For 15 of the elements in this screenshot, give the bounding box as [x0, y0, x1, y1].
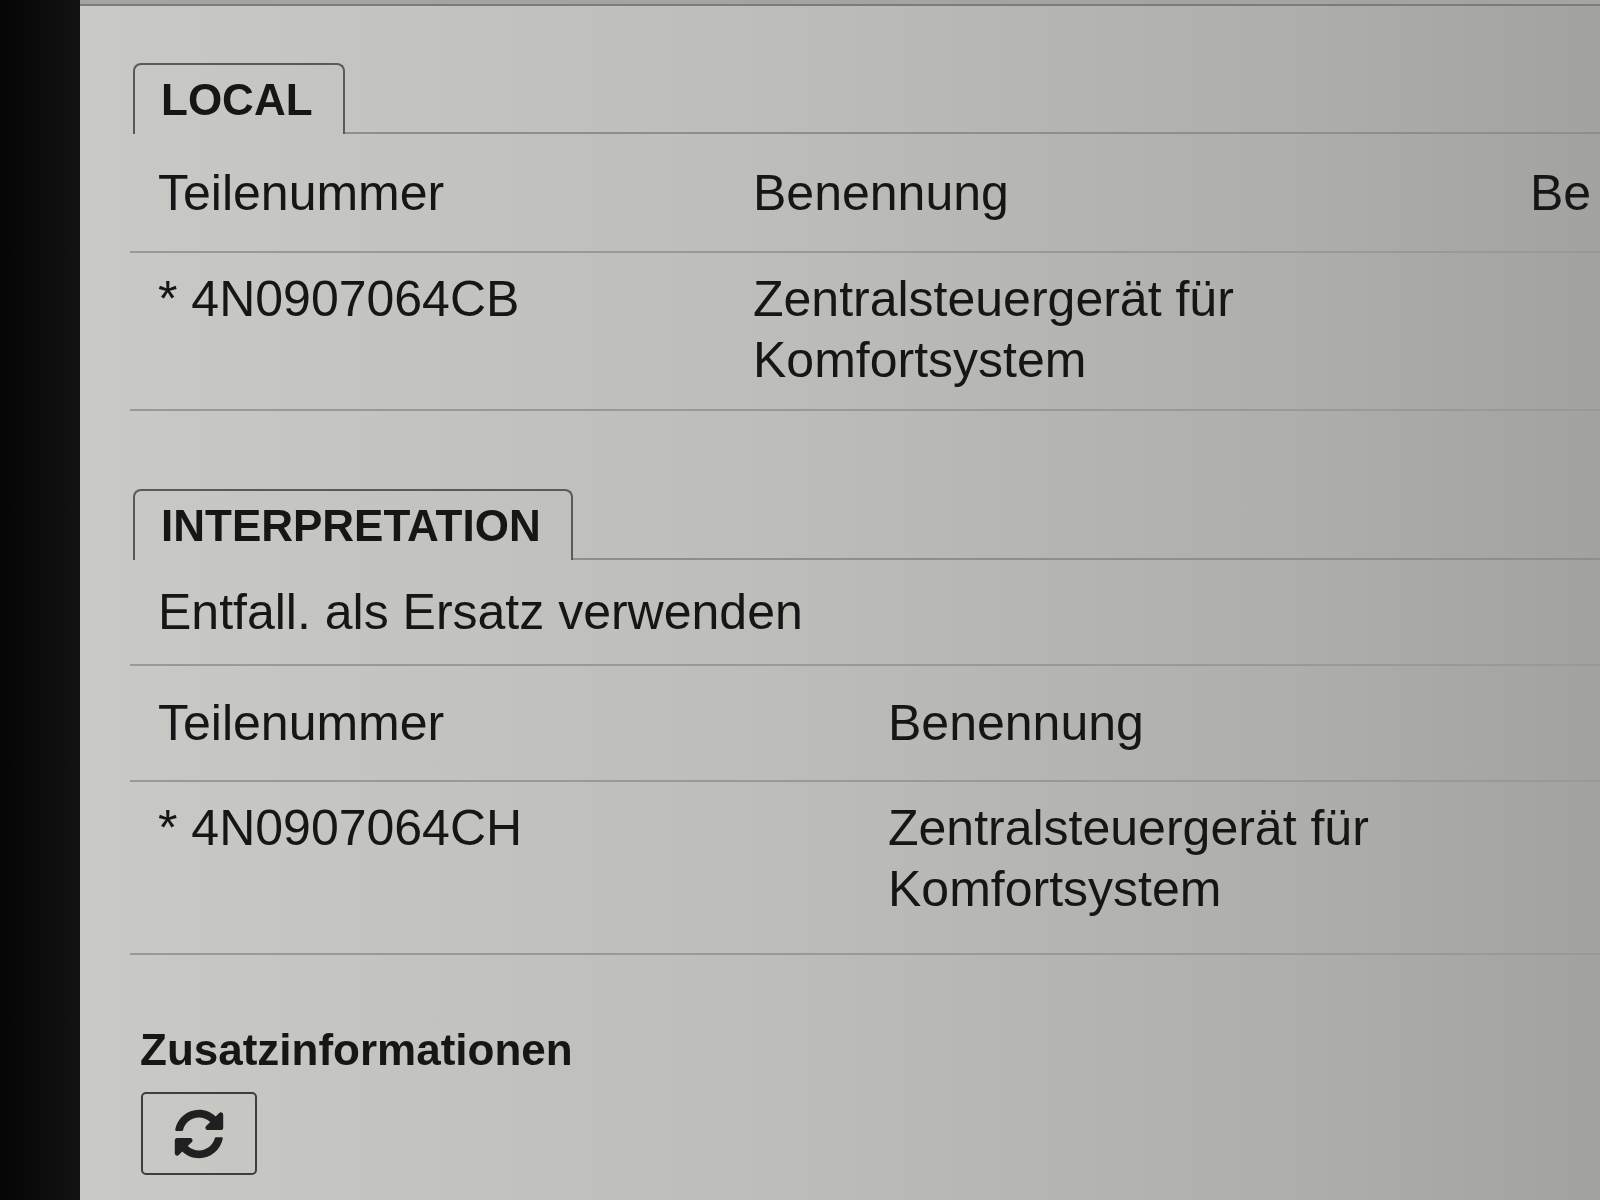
- section-tab[interactable]: INTERPRETATION: [133, 489, 573, 560]
- section-heading: Zusatzinformationen: [140, 1025, 573, 1075]
- part-description: Zentralsteuergerät für Komfortsystem: [888, 800, 1369, 917]
- part-number: * 4N0907064CH: [158, 800, 523, 856]
- column-header: Be: [1530, 163, 1592, 222]
- part-description: Zentralsteuergerät für Komfortsystem: [753, 271, 1234, 388]
- section-tab[interactable]: LOCAL: [133, 63, 345, 134]
- part-number: * 4N0907064CB: [158, 271, 520, 327]
- section-subtitle: Entfall. als Ersatz verwenden: [158, 583, 803, 641]
- refresh-icon: [174, 1108, 224, 1159]
- column-header: Teilenummer: [158, 694, 445, 752]
- column-header: Teilenummer: [158, 163, 445, 222]
- column-header: Benennung: [753, 163, 1009, 222]
- column-header: Benennung: [888, 694, 1144, 752]
- refresh-button[interactable]: [141, 1092, 257, 1175]
